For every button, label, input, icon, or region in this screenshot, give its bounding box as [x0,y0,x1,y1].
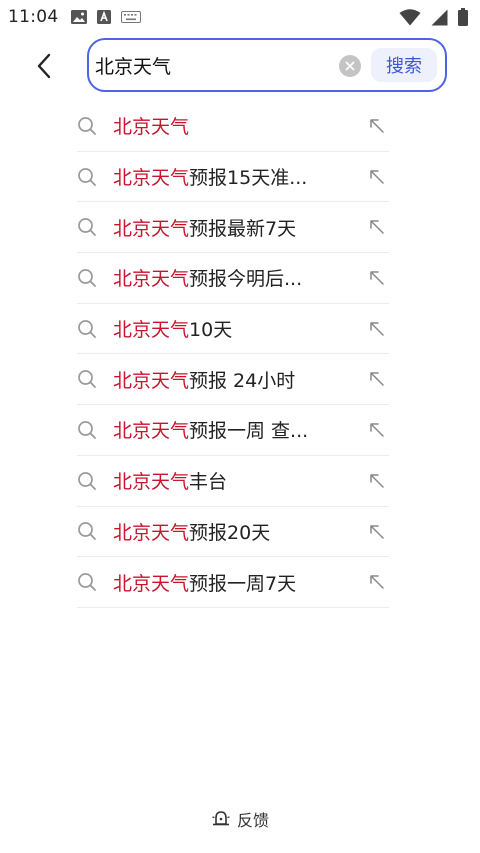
suggestion-item[interactable]: 北京天气10天 [77,304,389,355]
search-box[interactable]: 搜索 [87,38,447,92]
search-header: 搜索 [0,34,480,98]
suggestion-list: 北京天气 北京天气预报15天准... 北京天气预报最新7天 北京天气预报今明后... 北… [77,101,389,608]
suggestion-rest: 预报一周 查... [189,420,309,443]
suggestion-text: 北京天气预报20天 [113,518,270,545]
clear-input-button[interactable] [339,55,361,77]
suggestion-rest: 预报今明后... [189,268,303,291]
signal-icon [431,9,448,26]
search-icon [77,267,99,289]
search-icon [77,166,99,188]
suggestion-rest: 预报20天 [189,521,271,544]
suggestion-highlight: 北京天气 [113,167,190,190]
suggestion-text: 北京天气预报一周 查... [113,416,308,443]
suggestion-rest: 预报一周7天 [189,572,297,595]
suggestion-rest: 10天 [189,319,233,342]
fill-query-arrow-icon[interactable] [367,319,387,339]
suggestion-rest: 预报15天准... [189,167,308,190]
fill-query-arrow-icon[interactable] [367,268,387,288]
suggestion-highlight: 北京天气 [113,420,190,443]
fill-query-arrow-icon[interactable] [367,471,387,491]
close-icon [345,61,355,71]
back-button[interactable] [26,48,62,84]
suggestion-text: 北京天气10天 [113,315,232,342]
search-icon [77,115,99,137]
suggestion-highlight: 北京天气 [113,369,190,392]
suggestion-highlight: 北京天气 [113,319,190,342]
suggestion-text: 北京天气预报今明后... [113,264,302,291]
search-icon [77,216,99,238]
suggestion-item[interactable]: 北京天气预报一周 查... [77,405,389,456]
status-bar: 11:04 [0,0,480,34]
fill-query-arrow-icon[interactable] [367,369,387,389]
suggestion-highlight: 北京天气 [113,268,190,291]
fill-query-arrow-icon[interactable] [367,420,387,440]
suggestion-item[interactable]: 北京天气丰台 [77,456,389,507]
feedback-icon [212,811,230,826]
status-time: 11:04 [8,7,59,27]
search-icon [77,318,99,340]
suggestion-item[interactable]: 北京天气预报今明后... [77,253,389,304]
suggestion-text: 北京天气预报最新7天 [113,214,296,241]
fill-query-arrow-icon[interactable] [367,572,387,592]
status-notification-icons [70,10,141,24]
fill-query-arrow-icon[interactable] [367,217,387,237]
suggestion-item[interactable]: 北京天气预报 24小时 [77,354,389,406]
search-icon [77,419,99,441]
suggestion-text: 北京天气预报15天准... [113,163,307,190]
fill-query-arrow-icon[interactable] [367,116,387,136]
suggestion-item[interactable]: 北京天气预报一周7天 [77,557,389,608]
feedback-button[interactable]: 反馈 [0,806,480,832]
keyboard-a-icon [96,10,111,24]
suggestion-highlight: 北京天气 [113,217,190,240]
suggestion-text: 北京天气 [113,112,189,139]
status-system-icons [399,8,468,26]
suggestion-item[interactable]: 北京天气 [77,101,389,152]
search-icon [77,571,99,593]
suggestion-item[interactable]: 北京天气预报20天 [77,507,389,558]
suggestion-rest: 预报 24小时 [189,369,296,392]
suggestion-highlight: 北京天气 [113,521,190,544]
suggestion-item[interactable]: 北京天气预报15天准... [77,152,389,203]
chevron-left-icon [37,53,51,79]
suggestion-item[interactable]: 北京天气预报最新7天 [77,202,389,254]
search-icon [77,520,99,542]
wifi-icon [399,8,421,26]
suggestion-text: 北京天气预报 24小时 [113,366,295,393]
keyboard-icon [120,11,141,23]
fill-query-arrow-icon[interactable] [367,167,387,187]
suggestion-rest: 丰台 [189,471,228,494]
suggestion-text: 北京天气丰台 [113,467,227,494]
battery-icon [458,8,468,26]
suggestion-highlight: 北京天气 [113,572,190,595]
search-button[interactable]: 搜索 [371,48,437,82]
image-icon [70,10,87,24]
suggestion-rest: 预报最新7天 [189,217,297,240]
search-icon [77,470,99,492]
suggestion-highlight: 北京天气 [113,116,190,139]
suggestion-text: 北京天气预报一周7天 [113,569,296,596]
search-input[interactable] [95,54,325,76]
fill-query-arrow-icon[interactable] [367,522,387,542]
search-icon [77,368,99,390]
feedback-label: 反馈 [236,811,269,830]
suggestion-highlight: 北京天气 [113,471,190,494]
